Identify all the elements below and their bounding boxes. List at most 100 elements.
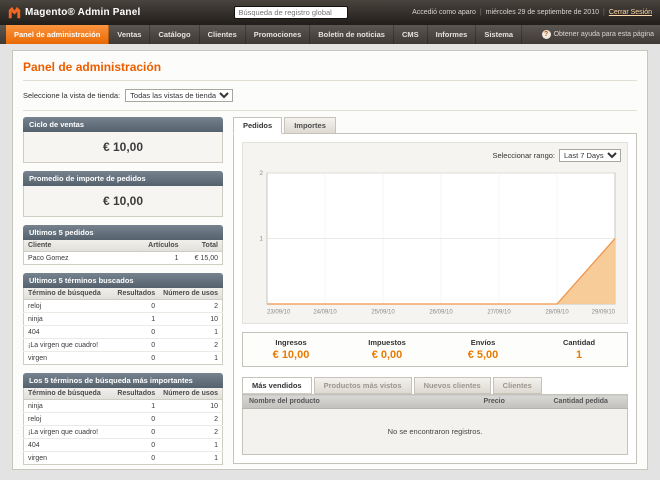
col-cliente: Cliente: [24, 240, 143, 252]
table-row[interactable]: reloj 0 2: [24, 300, 223, 313]
stat-value: 1: [533, 349, 625, 361]
col-nombre-producto: Nombre del producto: [243, 395, 478, 409]
col-precio: Precio: [478, 395, 548, 409]
totals-row: Ingresos € 10,00 Impuestos € 0,00 Envíos…: [242, 332, 628, 367]
grid-tabs: Más vendidos Productos más vistos Nuevos…: [242, 377, 628, 394]
nav-item-promociones[interactable]: Promociones: [246, 25, 311, 44]
cell-resultados: 0: [113, 426, 159, 439]
col-total: Total: [183, 240, 223, 252]
cell-usos: 1: [159, 352, 222, 365]
top-header: Magento® Admin Panel Accedió como aparo …: [0, 0, 660, 25]
table-row[interactable]: Paco Gomez 1 € 15,00: [24, 252, 223, 265]
cell-usos: 2: [159, 426, 222, 439]
tab-importes[interactable]: Importes: [284, 117, 336, 134]
svg-text:25/09/10: 25/09/10: [371, 310, 395, 316]
nav-item-sistema[interactable]: Sistema: [476, 25, 522, 44]
last-search-terms-table: Término de búsqueda Resultados Número de…: [23, 288, 223, 365]
table-row[interactable]: 404 0 1: [24, 326, 223, 339]
average-orders-box: Promedio de importe de pedidos € 10,00: [23, 171, 223, 217]
table-row[interactable]: ¡La virgen que cuadro! 0 2: [24, 426, 223, 439]
table-row[interactable]: ¡La virgen que cuadro! 0 2: [24, 339, 223, 352]
lifetime-sales-box: Ciclo de ventas € 10,00: [23, 117, 223, 163]
nav-item-dashboard[interactable]: Panel de administración: [6, 25, 109, 44]
stat-cantidad: Cantidad 1: [531, 333, 627, 366]
main-nav: Panel de administración Ventas Catálogo …: [0, 25, 660, 44]
table-header-row: Término de búsqueda Resultados Número de…: [24, 288, 223, 300]
orders-panel: Seleccionar rango: Last 7 Days 1223/09/1…: [233, 133, 637, 464]
cell-resultados: 0: [113, 452, 159, 465]
average-orders-title: Promedio de importe de pedidos: [23, 171, 223, 186]
tab-productos-mas-vistos[interactable]: Productos más vistos: [314, 377, 412, 394]
cell-cliente: Paco Gomez: [24, 252, 143, 265]
cell-usos: 10: [159, 400, 222, 413]
table-row[interactable]: virgen 0 1: [24, 452, 223, 465]
session-info: Accedió como aparo | miércoles 29 de sep…: [412, 9, 652, 16]
help-link[interactable]: ? Obtener ayuda para esta página: [542, 25, 654, 44]
separator: |: [480, 9, 482, 16]
stat-label: Cantidad: [533, 338, 625, 347]
nav-item-catalogo[interactable]: Catálogo: [150, 25, 199, 44]
table-header-row: Término de búsqueda Resultados Número de…: [24, 388, 223, 400]
table-row[interactable]: ninja 1 10: [24, 400, 223, 413]
nav-item-boletin[interactable]: Boletín de noticias: [310, 25, 394, 44]
table-row[interactable]: 404 0 1: [24, 439, 223, 452]
last-orders-title: Ultimos 5 pedidos: [23, 225, 223, 240]
col-termino: Término de búsqueda: [24, 288, 114, 300]
cell-usos: 1: [159, 326, 222, 339]
table-row[interactable]: ninja 1 10: [24, 313, 223, 326]
cell-usos: 2: [159, 339, 222, 352]
cell-resultados: 0: [113, 352, 159, 365]
tab-pedidos[interactable]: Pedidos: [233, 117, 282, 134]
stat-value: € 10,00: [245, 349, 337, 361]
current-date: miércoles 29 de septiembre de 2010: [486, 9, 599, 16]
tab-mas-vendidos[interactable]: Más vendidos: [242, 377, 312, 394]
cell-termino: ¡La virgen que cuadro!: [24, 426, 114, 439]
svg-text:28/09/10: 28/09/10: [545, 310, 569, 316]
col-cantidad-pedida: Cantidad pedida: [548, 395, 628, 409]
cell-usos: 1: [159, 452, 222, 465]
help-label: Obtener ayuda para esta página: [554, 31, 654, 38]
content-area: Panel de administración Seleccione la vi…: [12, 50, 648, 470]
cell-termino: ninja: [24, 313, 114, 326]
tab-nuevos-clientes[interactable]: Nuevos clientes: [414, 377, 491, 394]
dashboard-main-column: Pedidos Importes Seleccionar rango: Last…: [233, 117, 637, 465]
magento-logo-icon: [8, 6, 21, 19]
cell-usos: 10: [159, 313, 222, 326]
cell-usos: 2: [159, 300, 222, 313]
last-search-terms-title: Ultimos 5 términos buscados: [23, 273, 223, 288]
stat-value: € 5,00: [437, 349, 529, 361]
cell-resultados: 0: [113, 439, 159, 452]
table-row[interactable]: reloj 0 2: [24, 413, 223, 426]
logout-link[interactable]: Cerrar Sesión: [609, 9, 652, 16]
svg-text:23/09/10: 23/09/10: [267, 310, 291, 316]
top-search-terms-title: Los 5 términos de búsqueda más important…: [23, 373, 223, 388]
global-search-input[interactable]: [234, 6, 348, 19]
stat-impuestos: Impuestos € 0,00: [339, 333, 435, 366]
nav-item-clientes[interactable]: Clientes: [200, 25, 246, 44]
stat-label: Envíos: [437, 338, 529, 347]
range-select[interactable]: Last 7 Days: [559, 149, 621, 162]
table-header-row: Cliente Artículos Total: [24, 240, 223, 252]
nav-item-informes[interactable]: Informes: [428, 25, 477, 44]
dashboard: Ciclo de ventas € 10,00 Promedio de impo…: [23, 117, 637, 465]
table-row[interactable]: virgen 0 1: [24, 352, 223, 365]
divider: [23, 110, 637, 111]
cell-resultados: 0: [113, 300, 159, 313]
nav-item-cms[interactable]: CMS: [394, 25, 428, 44]
cell-termino: 404: [24, 439, 114, 452]
cell-resultados: 1: [113, 313, 159, 326]
average-orders-value: € 10,00: [23, 186, 223, 217]
tab-clientes[interactable]: Clientes: [493, 377, 542, 394]
store-view-select[interactable]: Todas las vistas de tienda: [125, 89, 233, 102]
cell-termino: 404: [24, 326, 114, 339]
cell-resultados: 0: [113, 326, 159, 339]
nav-item-ventas[interactable]: Ventas: [109, 25, 150, 44]
empty-message: No se encontraron registros.: [243, 409, 628, 455]
svg-text:2: 2: [259, 170, 263, 177]
separator: |: [603, 9, 605, 16]
stat-label: Impuestos: [341, 338, 433, 347]
stat-value: € 0,00: [341, 349, 433, 361]
table-header-row: Nombre del producto Precio Cantidad pedi…: [243, 395, 628, 409]
last-orders-table: Cliente Artículos Total Paco Gomez 1 € 1…: [23, 240, 223, 265]
help-icon: ?: [542, 30, 551, 39]
